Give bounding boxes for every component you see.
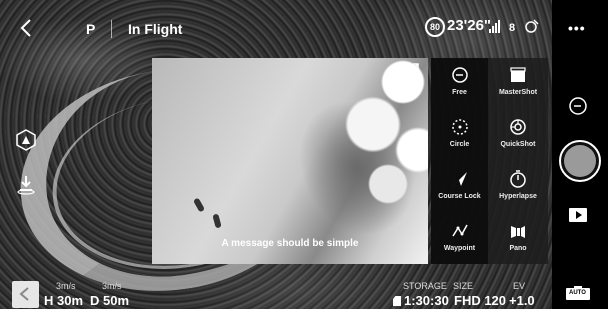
capture-mode-icon[interactable] [568,96,588,116]
free-mode-icon [451,67,468,83]
chevron-left-icon [19,287,29,301]
storage-label: STORAGE [403,281,447,291]
divider [111,20,112,38]
menu-item-course-lock[interactable]: Course Lock [431,162,488,214]
minimap[interactable] [12,281,39,308]
menu-item-free[interactable]: Free [431,58,488,110]
mastershot-icon [510,67,526,82]
height-readout: H 30m [44,293,84,308]
distance-readout: D 50m [90,293,130,308]
takeoff-landing-icon[interactable] [14,172,38,196]
back-icon[interactable] [18,18,34,38]
menu-column-left: Free Circle Course Lock Waypoint [431,58,488,264]
battery-indicator: 80 [425,17,445,37]
shooting-mode-menu: Free Circle Course Lock Waypoint MasterS… [431,58,548,264]
size-value[interactable]: FHD 120 [454,293,506,308]
auto-mode-icon[interactable]: AUTO [566,286,590,300]
person [212,213,222,229]
ai-vision-icon[interactable] [14,128,38,152]
secondary-video-view[interactable]: A message should be simple [152,58,428,264]
menu-item-hyperlapse[interactable]: Hyperlapse [488,162,548,214]
hyperlapse-icon [510,170,526,188]
menu-item-waypoint[interactable]: Waypoint [431,214,488,266]
quickshot-icon [510,119,526,135]
ev-value[interactable]: +1.0 [509,293,535,308]
menu-column-right: MasterShot QuickShot Hyperlapse Pano [488,58,548,264]
expand-icon[interactable] [402,62,420,80]
shutter-button[interactable] [559,140,601,182]
remote-controller-icon: 8 [509,22,515,34]
menu-item-circle[interactable]: Circle [431,110,488,162]
sd-card-icon [393,296,401,306]
menu-item-quickshot[interactable]: QuickShot [488,110,548,162]
flight-time: 23'26" [447,17,492,34]
pano-icon [511,226,525,238]
menu-item-pano[interactable]: Pano [488,214,548,266]
person [192,197,206,213]
ev-label: EV [513,281,526,291]
circle-icon [451,119,468,135]
size-label: SIZE [453,281,474,291]
menu-item-mastershot[interactable]: MasterShot [488,58,548,110]
horizontal-speed: 3m/s [56,281,76,291]
flight-status: In Flight [128,21,183,37]
more-options-icon[interactable]: ••• [568,20,586,36]
signal-strength-icon [489,20,500,33]
waypoint-icon [451,224,468,237]
course-lock-icon [452,172,467,186]
storage-value[interactable]: 1:30:30 [404,293,449,308]
playback-icon[interactable] [569,208,587,222]
svg-text:8: 8 [509,22,515,34]
flight-mode[interactable]: P [86,21,95,37]
gps-satellite-icon [525,19,539,33]
vertical-speed: 3m/s [102,281,122,291]
video-caption: A message should be simple [221,238,359,249]
right-sidebar: ••• AUTO [552,0,608,309]
top-status-bar: P In Flight 80 23'26" 8 [0,0,552,56]
